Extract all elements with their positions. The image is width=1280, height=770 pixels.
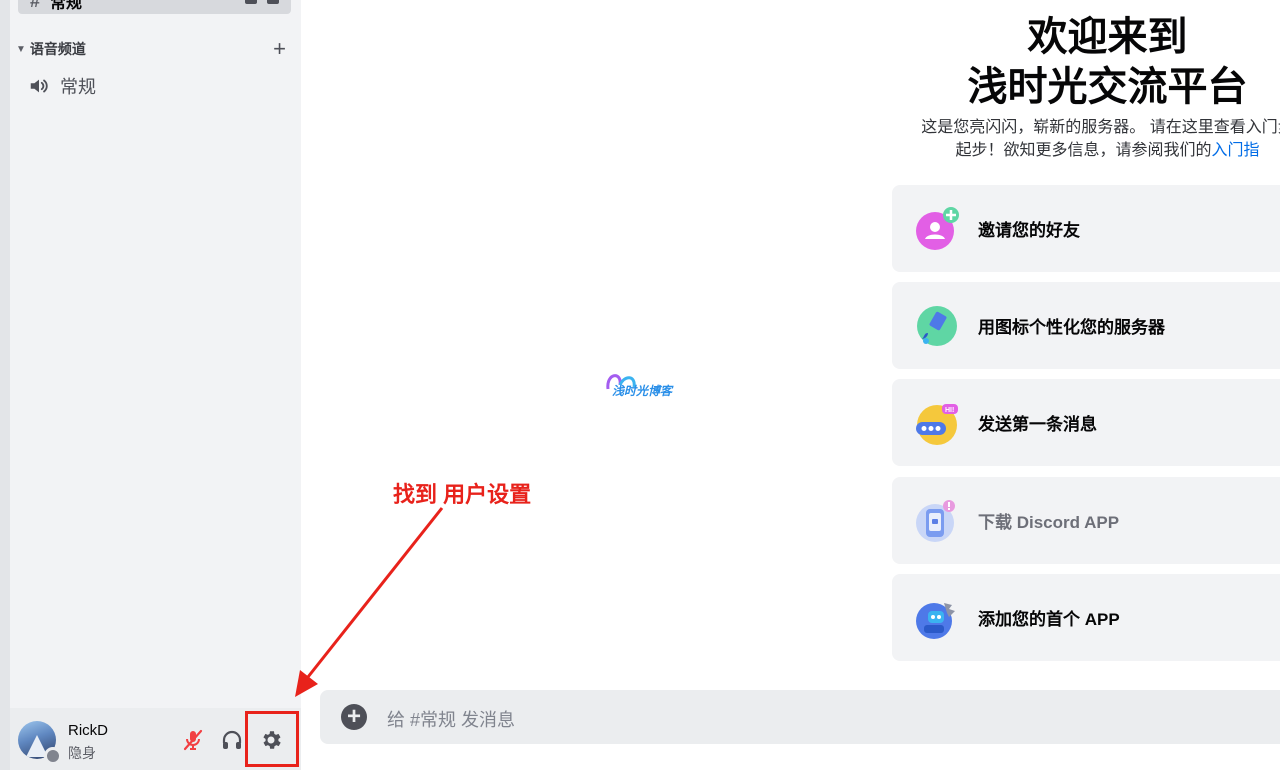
invite-friends-icon: [914, 206, 960, 252]
phone-download-icon: [914, 498, 960, 544]
welcome-desc-line2: 起步！欲知更多信息，请参阅我们的: [955, 142, 1212, 159]
guide-link[interactable]: 入门指: [1212, 142, 1260, 159]
send-first-message-card[interactable]: HI! 发送第一条消息: [892, 379, 1280, 466]
message-input-placeholder[interactable]: 给 #常规 发消息: [387, 706, 515, 732]
paintbrush-icon: [914, 303, 960, 349]
annotation-highlight-box: [245, 711, 299, 767]
card-label: 邀请您的好友: [978, 221, 1080, 240]
download-app-card[interactable]: 下载 Discord APP: [892, 477, 1280, 564]
add-first-app-card[interactable]: 添加您的首个 APP: [892, 574, 1280, 661]
card-label: 下载 Discord APP: [978, 513, 1120, 532]
card-label: 发送第一条消息: [978, 415, 1097, 434]
message-composer[interactable]: + 给 #常规 发消息: [320, 690, 1280, 744]
chat-bubble-icon: HI!: [914, 400, 960, 446]
welcome-title: 欢迎来到 浅时光交流平台: [880, 12, 1280, 112]
welcome-title-line1: 欢迎来到: [1027, 15, 1188, 59]
customize-server-card[interactable]: 用图标个性化您的服务器: [892, 282, 1280, 369]
welcome-title-line2: 浅时光交流平台: [967, 65, 1248, 109]
svg-text:HI!: HI!: [945, 407, 954, 414]
card-label: 添加您的首个 APP: [978, 610, 1120, 629]
robot-app-icon: [914, 595, 960, 641]
welcome-desc-line1: 这是您亮闪闪，崭新的服务器。 请在这里查看入门步: [921, 119, 1280, 136]
invite-friends-card[interactable]: 邀请您的好友: [892, 185, 1280, 272]
card-label: 用图标个性化您的服务器: [978, 318, 1165, 337]
welcome-description: 这是您亮闪闪，崭新的服务器。 请在这里查看入门步 起步！欲知更多信息，请参阅我们…: [870, 116, 1280, 162]
add-attachment-button[interactable]: +: [341, 704, 367, 730]
